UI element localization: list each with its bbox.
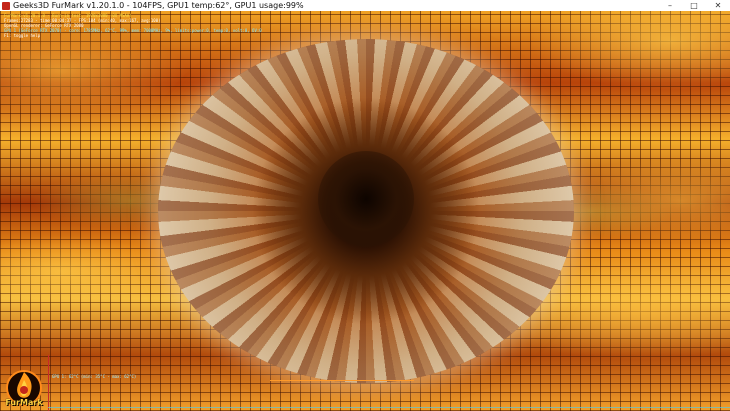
graph-axis [48,355,49,411]
furmark-app-icon [2,1,10,10]
hud-gpu1: GPU 1 (GeForce RTX 2070) - core: 1785MHz… [4,28,262,33]
maximize-button[interactable]: □ [682,0,706,11]
graph-baseline [48,407,730,408]
window-title: Geeks3D FurMark v1.20.1.0 - 104FPS, GPU1… [13,1,304,10]
minimize-button[interactable]: – [658,0,682,11]
fur-donut-core [318,151,414,247]
furmark-window: Geeks3D FurMark v1.20.1.0 - 104FPS, GPU1… [0,0,730,411]
hud-overlay: FurMark v1.20.1.0 - Burn-in test, 1920x1… [4,13,262,38]
title-bar[interactable]: Geeks3D FurMark v1.20.1.0 - 104FPS, GPU1… [0,0,730,11]
temperature-graph-label: GPU 1: 62°C (min: 35°C - max: 62°C) [52,374,137,379]
temperature-graph-line [270,380,414,381]
hud-help: F1: toggle help [4,33,41,38]
render-viewport[interactable]: FurMark v1.20.1.0 - Burn-in test, 1920x1… [0,11,730,411]
furmark-logo-text: FurMark [5,398,43,407]
close-button[interactable]: ✕ [706,0,730,11]
